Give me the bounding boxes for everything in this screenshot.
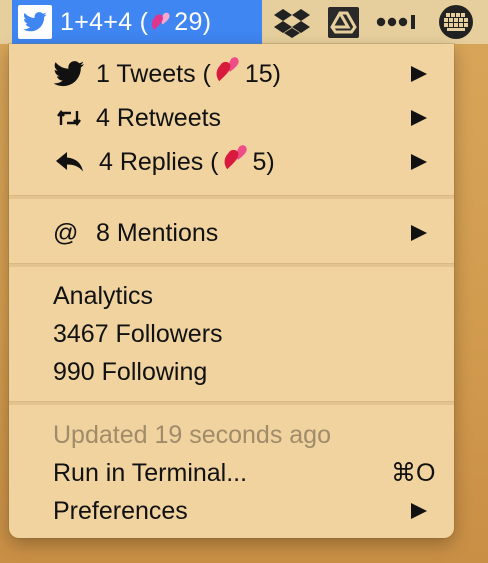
status-total: 29) <box>174 8 212 36</box>
submenu-arrow-icon <box>411 225 427 241</box>
twitter-status-item[interactable]: 1+4+4 ( 29) <box>12 0 262 44</box>
run-terminal-shortcut: ⌘O <box>391 459 436 487</box>
grid-keyboard-icon[interactable] <box>438 4 474 45</box>
menu-separator <box>9 195 454 199</box>
twitter-bird-icon <box>18 5 52 39</box>
mentions-label: 8 Mentions <box>96 219 219 247</box>
following-label: 990 Following <box>53 358 208 386</box>
retweet-icon <box>56 99 82 137</box>
menu-item-mentions[interactable]: @ 8 Mentions <box>9 214 454 252</box>
reply-icon <box>55 143 85 181</box>
menu-item-retweets[interactable]: 4 Retweets <box>9 99 454 137</box>
updated-label: Updated 19 seconds ago <box>53 421 331 449</box>
heart-emoji-icon <box>211 55 245 96</box>
submenu-arrow-icon <box>411 66 427 82</box>
submenu-arrow-icon <box>411 154 427 170</box>
twitter-bird-icon <box>53 55 85 93</box>
tweets-likes: 15) <box>244 60 282 88</box>
menu-item-preferences[interactable]: Preferences <box>9 492 454 530</box>
menu-bar: 1+4+4 ( 29) <box>0 0 488 44</box>
heart-emoji-icon <box>219 143 253 184</box>
replies-count: 4 Replies ( <box>99 148 219 176</box>
updated-status: Updated 19 seconds ago <box>9 416 454 454</box>
tweets-label: 1 Tweets ( 15) <box>96 55 281 96</box>
menu-item-run-in-terminal[interactable]: Run in Terminal... ⌘O <box>9 454 454 492</box>
at-sign-icon: @ <box>53 219 79 247</box>
following-item[interactable]: 990 Following <box>9 353 454 391</box>
retweets-label: 4 Retweets <box>96 104 222 132</box>
status-counts: 1+4+4 ( <box>60 8 149 36</box>
google-drive-icon[interactable] <box>328 7 359 38</box>
followers-item[interactable]: 3467 Followers <box>9 315 454 353</box>
menu-item-replies[interactable]: 4 Replies ( 5) <box>9 143 454 181</box>
run-terminal-label: Run in Terminal... <box>53 459 248 487</box>
submenu-arrow-icon <box>411 110 427 126</box>
tweets-count: 1 Tweets ( <box>96 60 211 88</box>
analytics-heading: Analytics <box>9 277 454 315</box>
dropdown-menu: 1 Tweets ( 15) 4 Retweets 4 Replies ( 5) @… <box>9 44 454 538</box>
submenu-arrow-icon <box>411 503 427 519</box>
heart-emoji-icon <box>148 8 174 42</box>
dots-icon[interactable] <box>376 14 418 35</box>
status-summary: 1+4+4 ( 29) <box>60 5 211 42</box>
replies-label: 4 Replies ( 5) <box>99 143 275 184</box>
menu-separator <box>9 401 454 405</box>
analytics-label: Analytics <box>53 282 154 310</box>
menu-separator <box>9 263 454 267</box>
preferences-label: Preferences <box>53 497 188 525</box>
menu-item-tweets[interactable]: 1 Tweets ( 15) <box>9 55 454 93</box>
replies-likes: 5) <box>252 148 275 176</box>
dropbox-icon[interactable] <box>274 8 310 43</box>
followers-label: 3467 Followers <box>53 320 223 348</box>
